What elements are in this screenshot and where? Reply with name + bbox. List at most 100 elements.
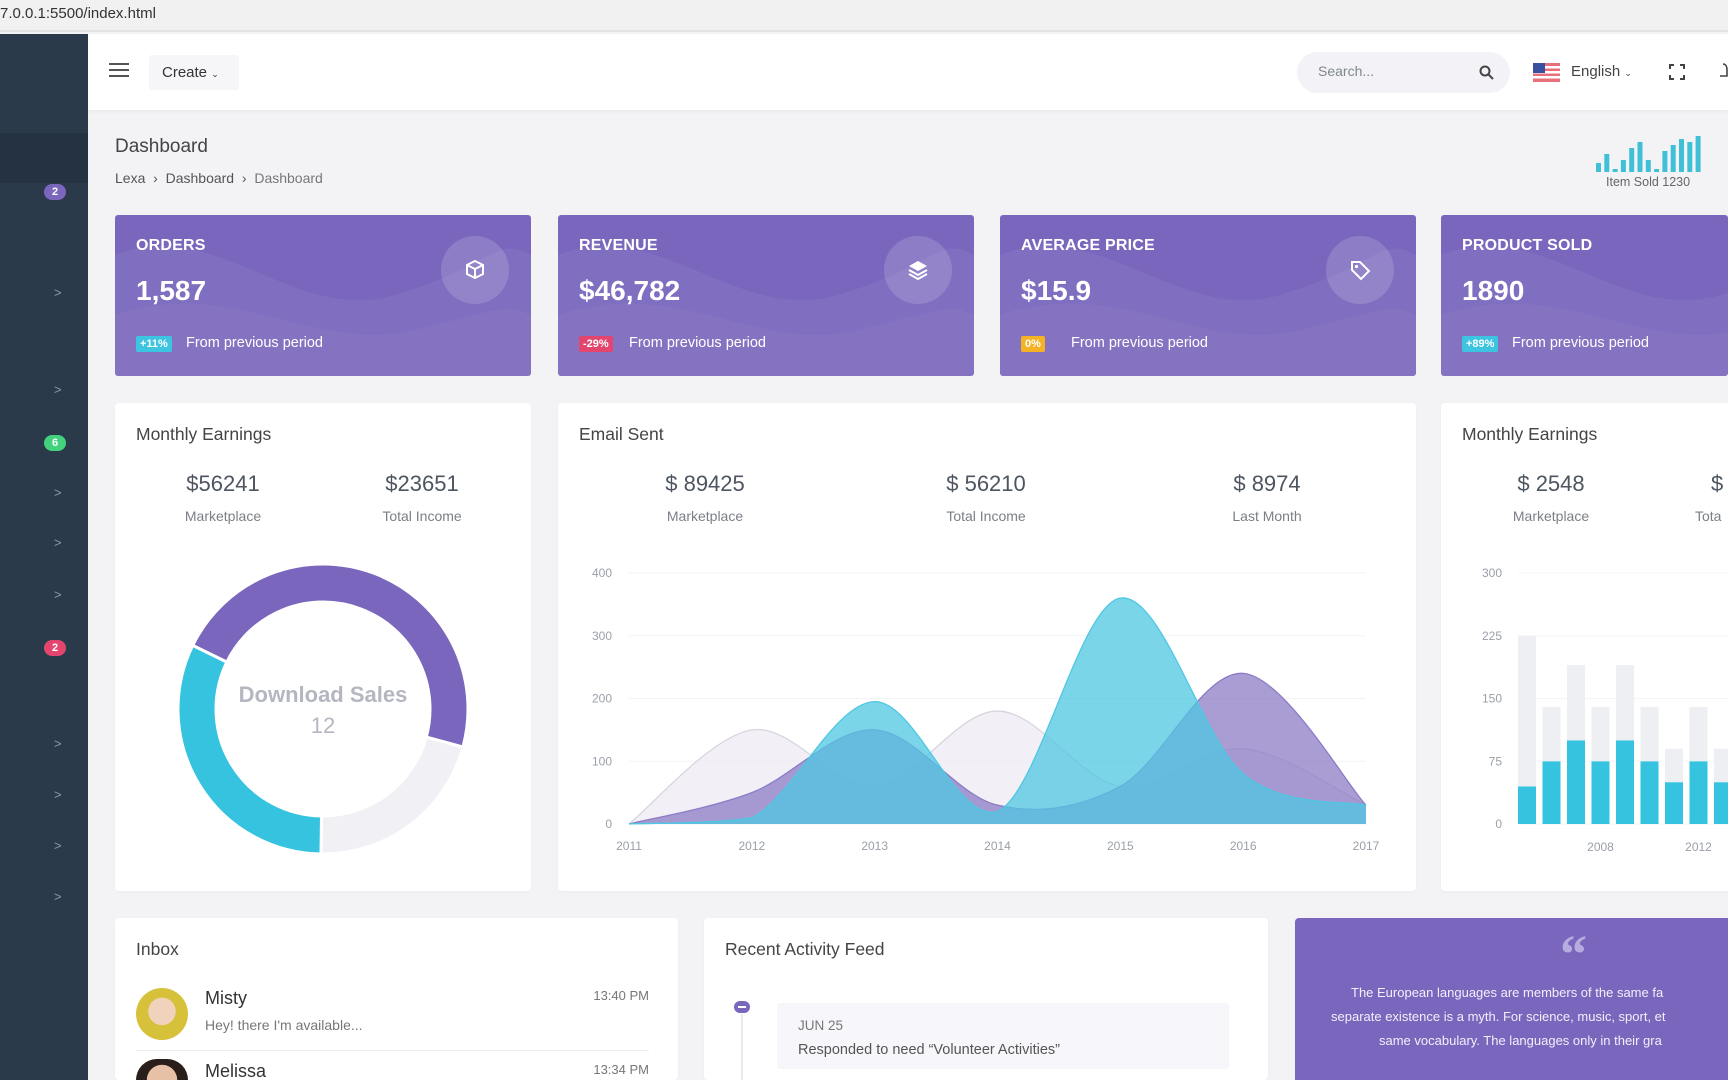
sidebar-item-active[interactable]: [0, 133, 88, 183]
stat-change-badge: +11%: [136, 336, 172, 352]
x-tick-label: 2014: [984, 839, 1011, 853]
timeline-line: [741, 1014, 743, 1080]
stat-value: 1,587: [136, 275, 207, 306]
timeline-dot-icon: [734, 1001, 750, 1013]
y-tick-label: 0: [1495, 817, 1502, 831]
chevron-right-icon[interactable]: >: [54, 587, 62, 602]
url-text: 7.0.0.1:5500/index.html: [0, 5, 156, 22]
chevron-right-icon[interactable]: >: [54, 787, 62, 802]
chevron-right-icon[interactable]: >: [54, 736, 62, 751]
chevron-down-icon: ⌄: [211, 69, 219, 79]
language-selector[interactable]: English ⌄: [1571, 63, 1632, 80]
stat-note: From previous period: [1071, 335, 1208, 351]
stat-change-badge: 0%: [1021, 336, 1045, 352]
chevron-right-icon[interactable]: >: [54, 382, 62, 397]
bar-segment: [1714, 782, 1728, 824]
breadcrumb: Lexa › Dashboard › Dashboard: [115, 170, 323, 186]
bar-segment: [1591, 761, 1610, 824]
sparkline-bar: [1670, 145, 1676, 172]
monthly-earnings-bar-card: Monthly Earnings $ 2548 Marketplace $ To…: [1441, 403, 1728, 891]
chevron-right-icon[interactable]: >: [54, 485, 62, 500]
sparkline-bar: [1620, 160, 1626, 172]
y-tick-label: 225: [1482, 629, 1502, 643]
stat-card-product-sold: PRODUCT SOLD 1890 +89% From previous per…: [1441, 215, 1728, 376]
stat-title: ORDERS: [136, 237, 206, 254]
x-tick-label: 2016: [1230, 839, 1257, 853]
donut-value: 12: [310, 713, 336, 738]
sidebar-badge: 6: [44, 435, 66, 451]
stat-card-orders: ORDERS 1,587 +11% From previous period: [115, 215, 531, 376]
stat-change-badge: -29%: [579, 336, 613, 352]
sparkline-bar: [1662, 151, 1668, 172]
quote-line: same vocabulary. The languages only in t…: [1379, 1033, 1662, 1048]
y-tick-label: 300: [1482, 566, 1502, 580]
quote-icon: “: [1560, 924, 1587, 984]
chevron-right-icon[interactable]: >: [54, 285, 62, 300]
monthly-earnings-card: Monthly Earnings $56241 Marketplace $236…: [115, 403, 531, 891]
search-placeholder: Search...: [1318, 63, 1375, 79]
email-sent-card: Email Sent $ 89425 Marketplace $ 56210 T…: [558, 403, 1416, 891]
fullscreen-icon[interactable]: [1669, 64, 1685, 80]
item-sold-sparkline: [1596, 136, 1701, 172]
menu-icon[interactable]: [109, 63, 129, 79]
stat-note: From previous period: [1512, 335, 1649, 351]
y-tick-label: 75: [1489, 754, 1503, 768]
y-tick-label: 300: [592, 629, 612, 643]
stat-card-revenue: REVENUE $46,782 -29% From previous perio…: [558, 215, 974, 376]
breadcrumb-item[interactable]: Lexa: [115, 170, 145, 186]
y-tick-label: 400: [592, 566, 612, 580]
stat-card-average-price: AVERAGE PRICE $15.9 0% From previous per…: [1000, 215, 1416, 376]
bar-segment: [1542, 761, 1561, 824]
bar-segment: [1689, 761, 1708, 824]
create-button[interactable]: Create ⌄: [149, 55, 239, 90]
x-tick-label: 2012: [1685, 840, 1712, 854]
sparkline-bar: [1612, 169, 1618, 172]
chevron-right-icon[interactable]: >: [54, 535, 62, 550]
avatar: [136, 1059, 188, 1080]
sparkline-bar: [1679, 139, 1684, 172]
chevron-right-icon[interactable]: >: [54, 838, 62, 853]
search-input[interactable]: Search...: [1297, 52, 1510, 93]
stat-value: $15.9: [1021, 275, 1092, 306]
quote-line: separate existence is a myth. For scienc…: [1331, 1009, 1666, 1024]
y-tick-label: 0: [605, 817, 612, 831]
tag-icon: [1326, 236, 1394, 304]
chevron-down-icon: ⌄: [1624, 68, 1632, 78]
bar-segment: [1640, 706, 1659, 762]
breadcrumb-item[interactable]: Dashboard: [166, 170, 235, 186]
sparkline-bar: [1687, 142, 1693, 172]
search-icon[interactable]: [1479, 65, 1494, 80]
avatar: [136, 988, 188, 1040]
bar-segment: [1689, 706, 1708, 762]
bar-segment: [1542, 706, 1561, 762]
monthly-earnings-bar-chart: 0 75 150 225 300 2008 2012: [1482, 566, 1728, 854]
activity-feed-card: Recent Activity Feed JUN 25 Responded to…: [704, 918, 1268, 1080]
email-sent-area-chart: 0 100 200 300 400 2011 2012 2013 2014 2015 2016 201…: [592, 566, 1380, 853]
bar-segment: [1518, 635, 1536, 787]
page-title: Dashboard: [115, 136, 208, 157]
message-preview: Hey! there I'm available...: [205, 1017, 363, 1033]
stat-value: $46,782: [579, 275, 681, 306]
bar-segment: [1616, 665, 1634, 741]
chevron-right-icon[interactable]: >: [54, 889, 62, 904]
x-tick-label: 2012: [738, 839, 765, 853]
sparkline-bar: [1596, 163, 1601, 172]
breadcrumb-item: Dashboard: [254, 170, 323, 186]
sparkline-bar: [1604, 154, 1610, 172]
y-tick-label: 100: [592, 754, 612, 768]
browser-address-bar[interactable]: 7.0.0.1:5500/index.html: [0, 0, 1728, 32]
x-tick-label: 2017: [1353, 839, 1380, 853]
stat-note: From previous period: [186, 335, 323, 351]
sidebar-badge: 2: [44, 184, 66, 200]
y-tick-label: 200: [592, 692, 612, 706]
sparkline-bar: [1695, 136, 1701, 172]
card-title: Inbox: [136, 939, 179, 959]
donut-label: Download Sales: [238, 682, 408, 707]
sparkline-bar: [1637, 142, 1643, 172]
stat-title: PRODUCT SOLD: [1462, 237, 1593, 254]
download-sales-donut: [176, 562, 470, 856]
bell-icon[interactable]: [1720, 61, 1728, 81]
sender-name[interactable]: Melissa: [205, 1061, 266, 1080]
message-time: 13:40 PM: [593, 988, 649, 1003]
sender-name[interactable]: Misty: [205, 988, 247, 1009]
